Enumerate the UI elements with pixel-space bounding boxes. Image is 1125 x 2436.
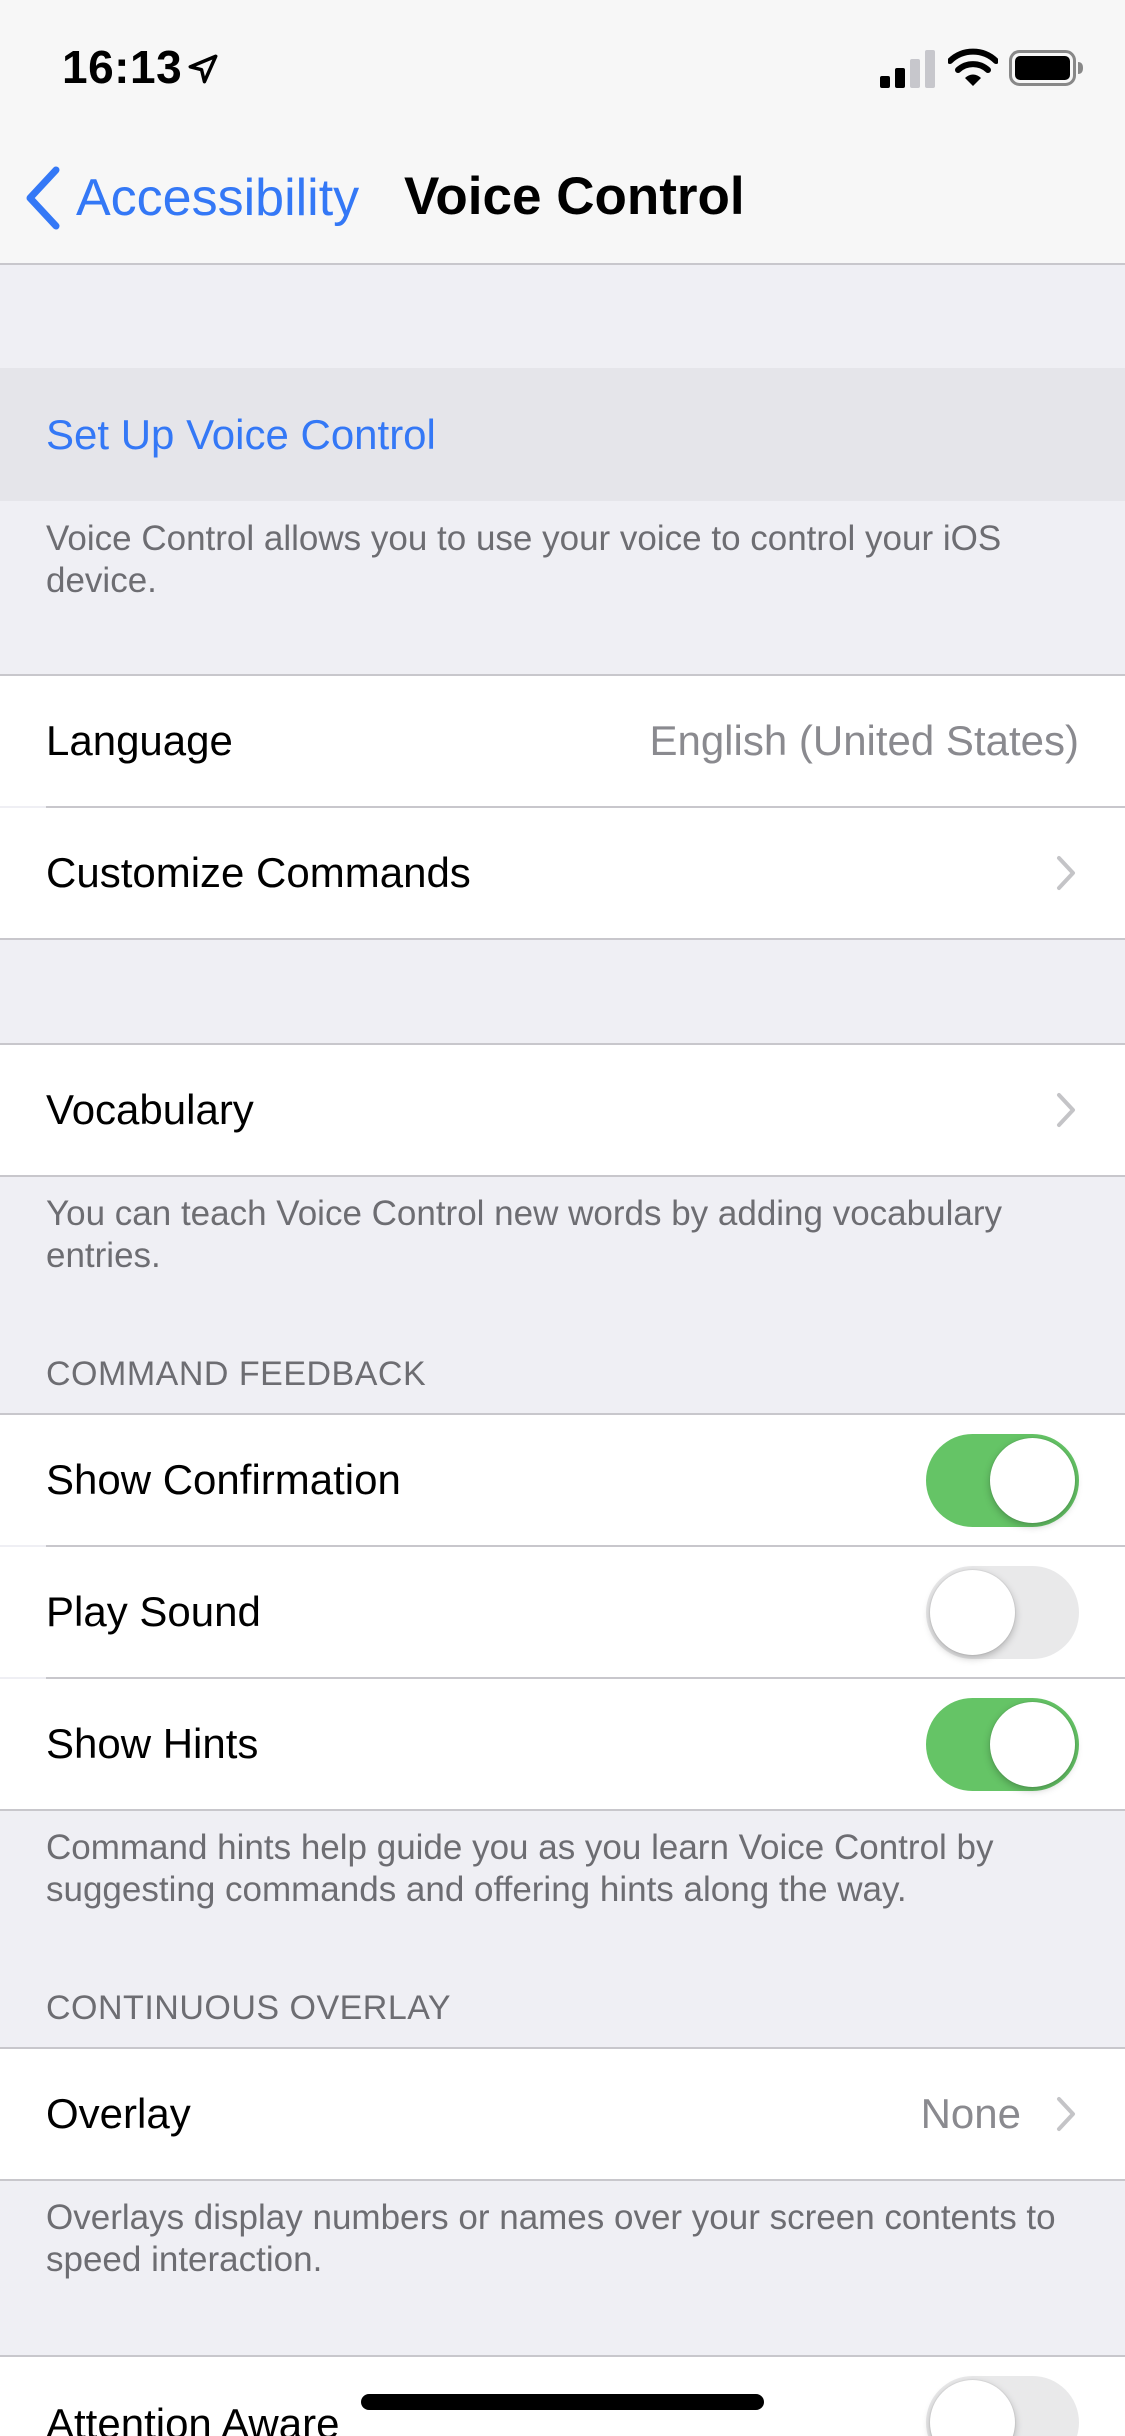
separator <box>0 1175 1125 1177</box>
separator <box>0 938 1125 940</box>
show-confirmation-label: Show Confirmation <box>46 1456 401 1503</box>
chevron-left-icon <box>26 166 60 230</box>
show-confirmation-row: Show Confirmation <box>0 1415 1125 1545</box>
status-time: 16:13 <box>62 41 183 93</box>
play-sound-label: Play Sound <box>46 1588 261 1635</box>
vocabulary-label: Vocabulary <box>46 1086 254 1133</box>
show-hints-label: Show Hints <box>46 1720 259 1767</box>
separator <box>0 1809 1125 1811</box>
back-button-label: Accessibility <box>76 169 360 227</box>
overlay-footer: Overlays display numbers or names over y… <box>46 2198 1056 2279</box>
continuous-overlay-header: CONTINUOUS OVERLAY <box>46 1989 452 2027</box>
show-confirmation-toggle[interactable] <box>926 1434 1079 1527</box>
cellular-signal-icon <box>880 50 935 88</box>
chevron-right-icon <box>1057 856 1075 890</box>
location-arrow-icon <box>188 54 218 84</box>
language-value: English (United States) <box>649 717 1079 764</box>
chevron-right-icon <box>1057 1093 1075 1127</box>
page-title: Voice Control <box>404 167 745 226</box>
toggle-knob <box>990 1702 1075 1787</box>
overlay-value: None <box>920 2090 1021 2137</box>
customize-commands-row[interactable]: Customize Commands <box>0 808 1125 938</box>
show-hints-toggle[interactable] <box>926 1698 1079 1791</box>
play-sound-toggle[interactable] <box>926 1566 1079 1659</box>
customize-commands-label: Customize Commands <box>46 849 471 896</box>
battery-icon <box>1009 50 1083 86</box>
language-label: Language <box>46 717 233 764</box>
set-up-voice-control-label: Set Up Voice Control <box>46 411 436 458</box>
show-hints-row: Show Hints <box>0 1679 1125 1809</box>
attention-aware-label: Attention Aware <box>46 2400 340 2436</box>
separator <box>0 2179 1125 2181</box>
toggle-knob <box>990 1438 1075 1523</box>
set-up-voice-control-button[interactable]: Set Up Voice Control <box>0 368 1125 501</box>
home-indicator[interactable] <box>361 2394 764 2410</box>
toggle-knob <box>930 2380 1015 2436</box>
setup-footer: Voice Control allows you to use your voi… <box>46 519 1002 600</box>
overlay-label: Overlay <box>46 2090 191 2137</box>
navigation-bar: 16:13 Accessibility Voice Control <box>0 0 1125 265</box>
command-feedback-header: COMMAND FEEDBACK <box>46 1355 427 1393</box>
vocabulary-row[interactable]: Vocabulary <box>0 1045 1125 1175</box>
language-row[interactable]: Language English (United States) <box>0 676 1125 806</box>
back-button[interactable]: Accessibility <box>22 158 359 238</box>
chevron-right-icon <box>1057 2097 1075 2131</box>
wifi-icon <box>948 48 998 86</box>
toggle-knob <box>930 1570 1015 1655</box>
overlay-row[interactable]: Overlay None <box>0 2049 1125 2179</box>
vocabulary-footer: You can teach Voice Control new words by… <box>46 1194 1002 1275</box>
command-hints-footer: Command hints help guide you as you lear… <box>46 1828 994 1909</box>
attention-aware-toggle[interactable] <box>926 2376 1079 2436</box>
play-sound-row: Play Sound <box>0 1547 1125 1677</box>
